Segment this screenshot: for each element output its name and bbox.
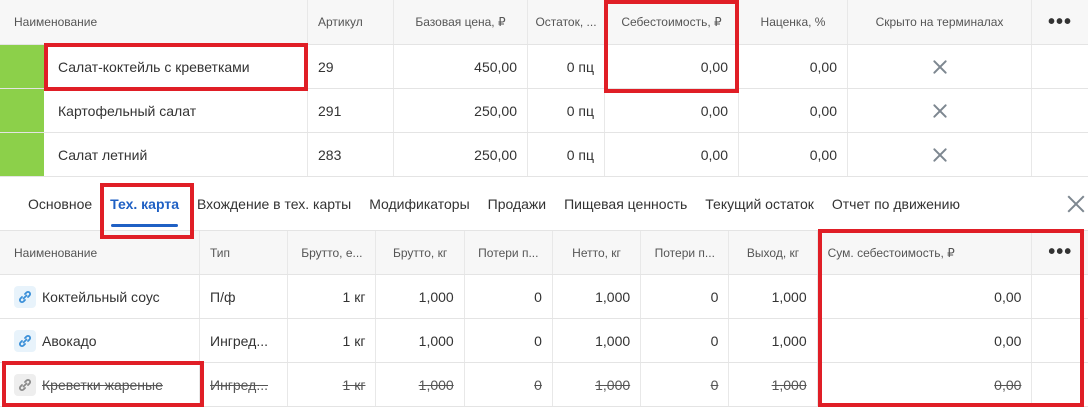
ingredient-type: Ингред... [200,363,289,406]
product-base-price: 250,00 [394,133,528,176]
ingredient-net-kg: 1,000 [553,275,642,318]
column-header-type[interactable]: Тип [200,231,289,274]
hidden-on-terminals-cell[interactable] [848,89,1032,132]
column-header-cost[interactable]: Себестоимость, ₽ [605,0,739,44]
ingredient-name: Коктейльный соус [42,288,160,305]
tab-current-stock[interactable]: Текущий остаток [696,177,823,231]
product-cost: 0,00 [605,133,739,176]
tab-movement-report[interactable]: Отчет по движению [823,177,969,231]
ingredient-gross-kg: 1,000 [376,275,465,318]
column-header-markup[interactable]: Наценка, % [739,0,848,44]
tab-main[interactable]: Основное [0,177,101,231]
product-stock: 0 пц [528,89,605,132]
hidden-on-terminals-cell[interactable] [848,45,1032,88]
column-header-loss-1[interactable]: Потери п... [465,231,553,274]
product-markup: 0,00 [739,45,848,88]
ingredient-output-kg: 1,000 [729,275,818,318]
product-article: 29 [308,45,394,88]
column-header-ingredient-name[interactable]: Наименование [0,231,200,274]
column-header-base-price[interactable]: Базовая цена, ₽ [394,0,528,44]
ingredient-loss-2: 0 [641,319,730,362]
product-cost: 0,00 [605,45,739,88]
ingredient-gross-unit: 1 кг [288,363,377,406]
ingredient-gross-kg: 1,000 [376,363,465,406]
tab-tech-card[interactable]: Тех. карта [101,177,188,231]
column-header-gross-kg[interactable]: Брутто, кг [376,231,465,274]
column-header-net-kg[interactable]: Нетто, кг [553,231,642,274]
close-icon [931,102,949,120]
table-row[interactable]: Салат-коктейль с креветками 29 450,00 0 … [0,45,1088,89]
ingredient-loss-1: 0 [465,275,553,318]
column-header-output-kg[interactable]: Выход, кг [729,231,818,274]
link-icon[interactable] [14,329,36,352]
ingredient-loss-2: 0 [641,275,730,318]
column-header-gross-unit[interactable]: Брутто, е... [288,231,377,274]
ingredient-output-kg: 1,000 [729,319,818,362]
more-options-icon[interactable]: ••• [1032,0,1088,44]
ingredient-type: П/ф [200,275,289,318]
product-markup: 0,00 [739,133,848,176]
detail-tabs: Основное Тех. карта Вхождение в тех. кар… [0,177,1088,231]
column-header-article[interactable]: Артикул [308,0,394,44]
product-stock: 0 пц [528,133,605,176]
table-row[interactable]: Коктейльный соус П/ф 1 кг 1,000 0 1,000 … [0,275,1088,319]
tech-card-table-header: Наименование Тип Брутто, е... Брутто, кг… [0,231,1088,275]
ingredient-loss-2: 0 [641,363,730,406]
product-name: Картофельный салат [0,89,308,132]
ingredient-sum-cost: 0,00 [818,275,1033,318]
product-base-price: 450,00 [394,45,528,88]
ingredient-gross-kg: 1,000 [376,319,465,362]
column-header-sum-cost[interactable]: Сум. себестоимость, ₽ [818,231,1033,274]
table-row[interactable]: Салат летний 283 250,00 0 пц 0,00 0,00 [0,133,1088,177]
link-icon[interactable] [14,285,36,308]
ingredient-gross-unit: 1 кг [288,275,377,318]
ingredient-net-kg: 1,000 [553,319,642,362]
product-markup: 0,00 [739,89,848,132]
column-header-hidden-on-terminals[interactable]: Скрыто на терминалах [848,0,1032,44]
hidden-on-terminals-cell[interactable] [848,133,1032,176]
close-panel-icon[interactable] [1064,192,1088,216]
ingredient-name: Креветки жареные [42,376,163,393]
top-table-header: Наименование Артикул Базовая цена, ₽ Ост… [0,0,1088,45]
tab-modifiers[interactable]: Модификаторы [360,177,478,231]
tab-nutrition[interactable]: Пищевая ценность [555,177,696,231]
ingredient-net-kg: 1,000 [553,363,642,406]
ingredient-sum-cost: 0,00 [818,363,1033,406]
column-header-stock[interactable]: Остаток, ... [528,0,605,44]
link-icon[interactable] [14,373,36,396]
more-options-icon[interactable]: ••• [1032,231,1088,274]
close-icon [931,58,949,76]
ingredient-gross-unit: 1 кг [288,319,377,362]
table-row[interactable]: Креветки жареные Ингред... 1 кг 1,000 0 … [0,363,1088,407]
product-name: Салат-коктейль с креветками [0,45,308,88]
ingredient-name: Авокадо [42,332,97,349]
table-row[interactable]: Авокадо Ингред... 1 кг 1,000 0 1,000 0 1… [0,319,1088,363]
ingredient-type: Ингред... [200,319,289,362]
ingredient-sum-cost: 0,00 [818,319,1033,362]
close-icon [931,146,949,164]
tab-sales[interactable]: Продажи [479,177,555,231]
ingredient-loss-1: 0 [465,319,553,362]
ingredient-loss-1: 0 [465,363,553,406]
product-base-price: 250,00 [394,89,528,132]
column-header-loss-2[interactable]: Потери п... [641,231,730,274]
ingredient-output-kg: 1,000 [729,363,818,406]
product-cost: 0,00 [605,89,739,132]
product-article: 283 [308,133,394,176]
product-article: 291 [308,89,394,132]
product-name: Салат летний [0,133,308,176]
column-header-name[interactable]: Наименование [0,0,308,44]
table-row[interactable]: Картофельный салат 291 250,00 0 пц 0,00 … [0,89,1088,133]
tab-tech-card-inclusion[interactable]: Вхождение в тех. карты [188,177,360,231]
product-stock: 0 пц [528,45,605,88]
